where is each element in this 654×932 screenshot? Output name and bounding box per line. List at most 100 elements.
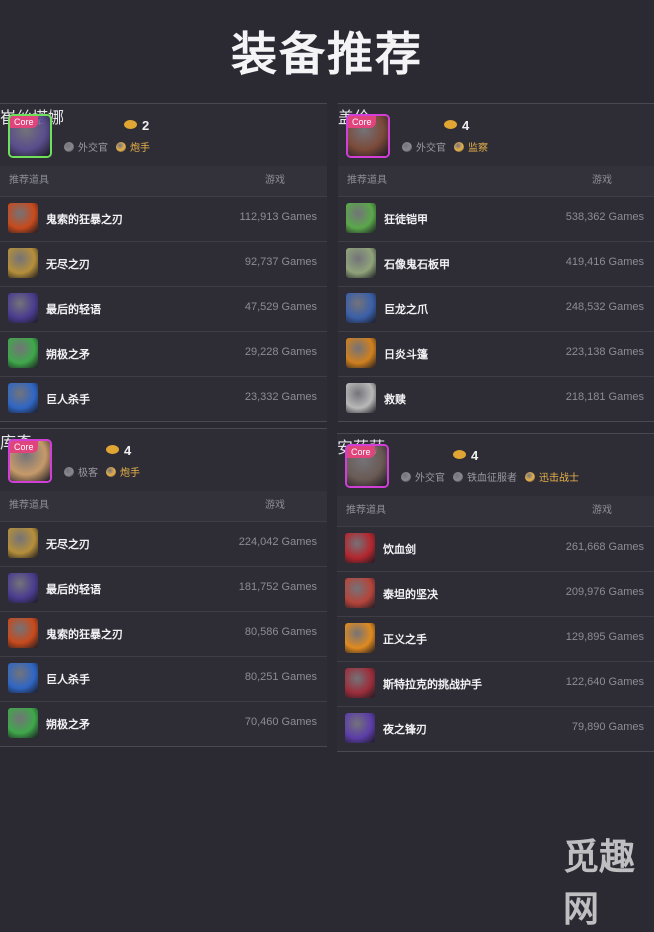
coin-icon (444, 120, 457, 129)
games-count: 181,752 Games (238, 581, 317, 593)
table-header: 推荐道具 游戏 (0, 166, 327, 196)
champion-avatar[interactable]: Core (345, 444, 389, 488)
hand-icon (345, 623, 375, 653)
bloodthirster-icon (345, 533, 375, 563)
gauntlet-icon (345, 668, 375, 698)
games-count: 29,228 Games (244, 346, 317, 358)
trait-icon (402, 142, 412, 152)
item-name: 狂徒铠甲 (384, 214, 428, 226)
item-row[interactable]: 日炎斗篷 223,138 Games (338, 331, 654, 376)
item-row[interactable]: 巨人杀手 23,332 Games (0, 376, 327, 421)
item-row[interactable]: 狂徒铠甲 538,362 Games (338, 196, 654, 241)
card-header: Core崔丝塔娜2外交官炮手 (0, 104, 327, 166)
games-count: 224,042 Games (238, 536, 317, 548)
page-title: 装备推荐 (231, 27, 423, 81)
watermark: 觅趣网 (563, 837, 636, 930)
champion-avatar[interactable]: Core (8, 114, 52, 158)
core-badge: Core (10, 441, 38, 453)
games-count: 129,895 Games (565, 631, 644, 643)
item-row[interactable]: 石像鬼石板甲 419,416 Games (338, 241, 654, 286)
bow-icon (8, 573, 38, 603)
champion-avatar[interactable]: Core (346, 114, 390, 158)
item-name: 无尽之刃 (46, 539, 90, 551)
item-name: 无尽之刃 (46, 259, 90, 271)
hammer-icon (8, 383, 38, 413)
games-count: 419,416 Games (565, 256, 644, 268)
item-row[interactable]: 朔极之矛 70,460 Games (0, 701, 327, 746)
coin-icon (453, 450, 466, 459)
item-name: 救赎 (384, 394, 406, 406)
item-row[interactable]: 鬼索的狂暴之刃 112,913 Games (0, 196, 327, 241)
games-count: 112,913 Games (239, 211, 317, 223)
core-badge: Core (348, 116, 376, 128)
games-column-header: 游戏 (265, 500, 285, 511)
item-row[interactable]: 救赎 218,181 Games (338, 376, 654, 421)
blade-icon (8, 203, 38, 233)
item-row[interactable]: 巨龙之爪 248,532 Games (338, 286, 654, 331)
edge-icon (345, 713, 375, 743)
core-badge: Core (10, 116, 38, 128)
trait-icon (401, 472, 411, 482)
item-name: 正义之手 (383, 634, 427, 646)
games-count: 23,332 Games (244, 391, 317, 403)
table-header: 推荐道具 游戏 (0, 491, 327, 521)
claw-icon (346, 293, 376, 323)
card-header: Core盖伦4外交官监察 (338, 104, 654, 166)
traits-list: 外交官 监察 (402, 139, 496, 154)
item-row[interactable]: 鬼索的狂暴之刃 80,586 Games (0, 611, 327, 656)
trait-icon (64, 467, 74, 477)
games-count: 92,737 Games (244, 256, 317, 268)
card-header: Core库奇4极客炮手 (0, 429, 327, 491)
titan-icon (345, 578, 375, 608)
champion-avatar[interactable]: Core (8, 439, 52, 483)
item-row[interactable]: 朔极之矛 29,228 Games (0, 331, 327, 376)
role-tag: 炮手 (106, 467, 140, 479)
item-row[interactable]: 无尽之刃 224,042 Games (0, 521, 327, 566)
games-column-header: 游戏 (592, 505, 612, 516)
item-row[interactable]: 夜之锋刃 79,890 Games (337, 706, 654, 751)
item-row[interactable]: 泰坦的坚决 209,976 Games (337, 571, 654, 616)
armor-icon (346, 203, 376, 233)
item-row[interactable]: 无尽之刃 92,737 Games (0, 241, 327, 286)
class-icon (116, 142, 126, 152)
item-name: 泰坦的坚决 (383, 589, 438, 601)
item-name: 石像鬼石板甲 (384, 259, 450, 271)
item-name: 斯特拉克的挑战护手 (383, 679, 482, 691)
spear-icon (8, 708, 38, 738)
games-count: 80,586 Games (244, 626, 317, 638)
gargoyle-icon (346, 248, 376, 278)
item-name: 最后的轻语 (46, 304, 101, 316)
role-tag: 铁血征服者 (453, 472, 517, 484)
champion-card: Core崔丝塔娜2外交官炮手推荐道具游戏鬼索的狂暴之刃112,913 Games… (0, 103, 327, 422)
role-tag: 外交官 (401, 472, 445, 484)
traits-list: 外交官 炮手 (64, 139, 158, 154)
cloak-icon (346, 338, 376, 368)
item-name: 巨人杀手 (46, 674, 90, 686)
item-row[interactable]: 饮血剑 261,668 Games (337, 526, 654, 571)
games-count: 122,640 Games (565, 676, 644, 688)
coin-icon (106, 445, 119, 454)
item-name: 巨龙之爪 (384, 304, 428, 316)
item-name: 巨人杀手 (46, 394, 90, 406)
hammer-icon (8, 663, 38, 693)
spear-icon (8, 338, 38, 368)
item-row[interactable]: 最后的轻语 47,529 Games (0, 286, 327, 331)
item-name: 饮血剑 (383, 544, 416, 556)
item-row[interactable]: 斯特拉克的挑战护手 122,640 Games (337, 661, 654, 706)
role-tag: 外交官 (64, 142, 108, 154)
games-count: 209,976 Games (565, 586, 644, 598)
role-tag: 炮手 (116, 142, 150, 154)
games-column-header: 游戏 (265, 175, 285, 186)
item-row[interactable]: 巨人杀手 80,251 Games (0, 656, 327, 701)
trait-icon (453, 472, 463, 482)
games-count: 538,362 Games (565, 211, 644, 223)
item-row[interactable]: 最后的轻语 181,752 Games (0, 566, 327, 611)
items-column-header: 推荐道具 (347, 175, 387, 186)
bow-icon (8, 293, 38, 323)
item-row[interactable]: 正义之手 129,895 Games (337, 616, 654, 661)
class-icon (454, 142, 464, 152)
games-count: 218,181 Games (565, 391, 644, 403)
sword-icon (8, 248, 38, 278)
games-count: 79,890 Games (571, 721, 644, 733)
cost-tier: 2 (124, 118, 149, 133)
